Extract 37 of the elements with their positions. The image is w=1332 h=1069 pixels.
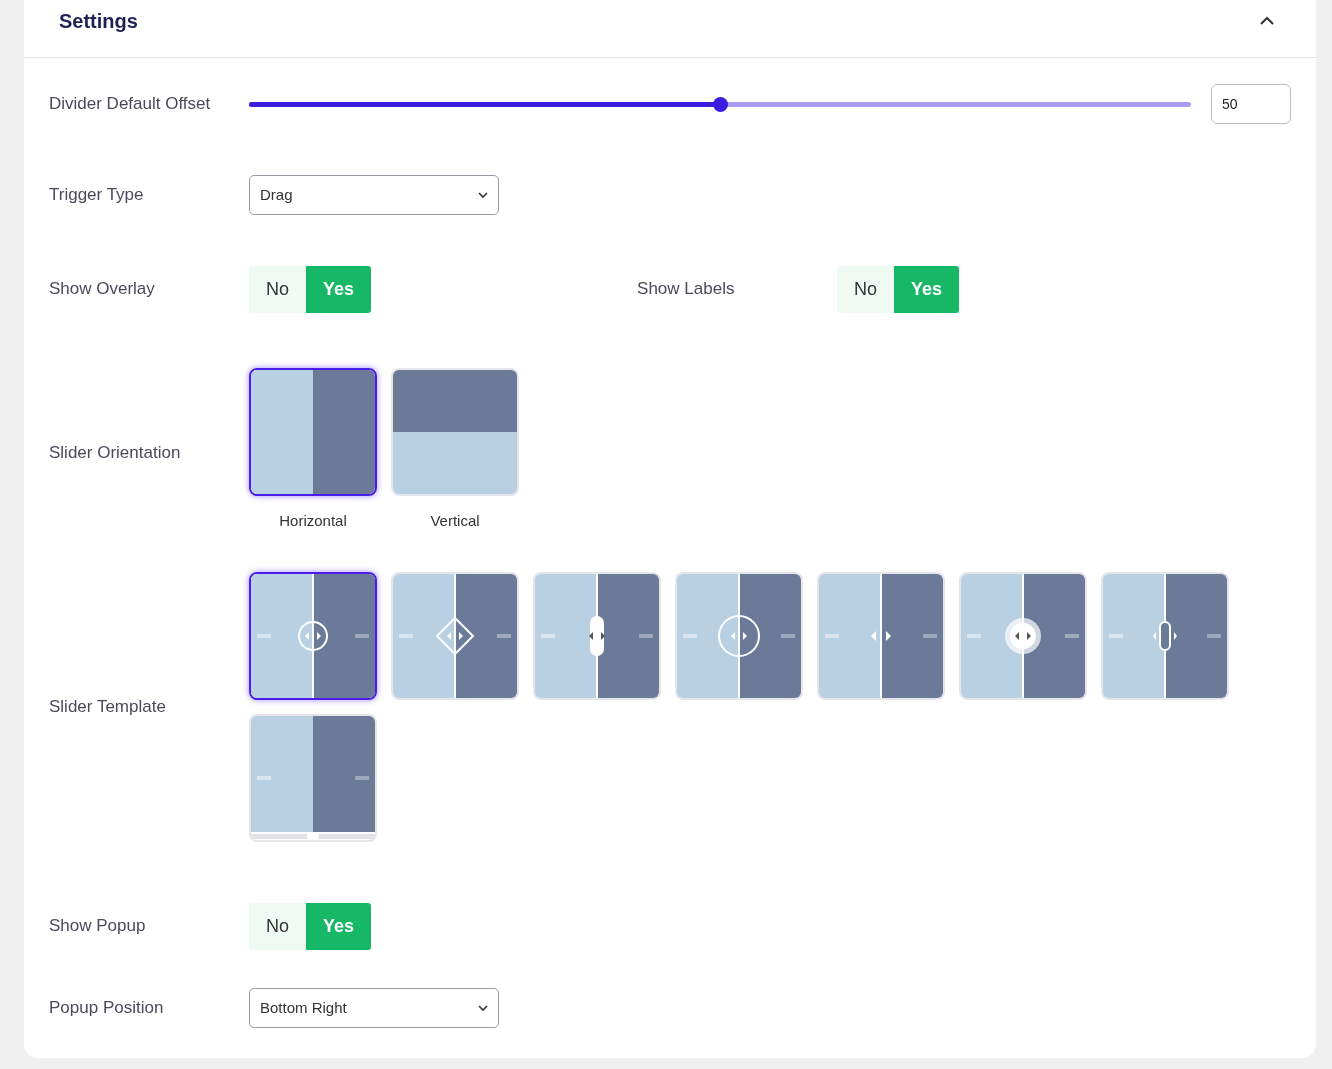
comparison-preview-icon (535, 574, 659, 698)
field-label: Popup Position (49, 997, 165, 1020)
comparison-preview-icon (961, 574, 1085, 698)
option-label: Horizontal (279, 511, 347, 531)
slider-thumb[interactable] (713, 96, 728, 112)
offset-input[interactable]: 50 (1211, 84, 1291, 124)
dropdown[interactable]: Drag (249, 175, 499, 215)
dropdown[interactable]: Bottom Right (249, 988, 499, 1028)
side-by-side-preview-icon (251, 370, 375, 494)
preview-option[interactable] (249, 368, 377, 496)
option-label: Vertical (430, 511, 480, 531)
settings-header[interactable]: Settings (24, 0, 1316, 58)
chevron-down-icon (478, 191, 488, 199)
field-label: Slider Orientation (49, 442, 182, 464)
comparison-preview-icon (251, 574, 375, 698)
comparison-preview-icon (819, 574, 943, 698)
field-label: Show Overlay (49, 278, 156, 301)
toggle-option[interactable]: No (249, 265, 306, 313)
comparison-preview-icon (251, 716, 375, 840)
comparison-preview-icon (393, 574, 517, 698)
field-label: Show Labels (637, 278, 736, 301)
toggle-option[interactable]: No (249, 902, 306, 950)
preview-option[interactable] (249, 572, 377, 700)
comparison-preview-icon (1103, 574, 1227, 698)
chevron-down-icon (478, 1004, 488, 1012)
slider-track[interactable] (249, 96, 1191, 112)
chevron-up-icon[interactable] (1260, 16, 1274, 25)
field-label: Show Popup (49, 915, 147, 938)
field-label: Slider Template (49, 696, 167, 719)
field-label: Trigger Type (49, 184, 145, 207)
field-label: Divider Default Offset (49, 93, 212, 116)
comparison-preview-icon (677, 574, 801, 698)
dropdown-value: Bottom Right (260, 997, 347, 1018)
dropdown-value: Drag (260, 184, 293, 205)
stacked-preview-icon (393, 370, 517, 494)
toggle-option[interactable]: No (837, 265, 895, 313)
panel-title: Settings (59, 8, 138, 34)
